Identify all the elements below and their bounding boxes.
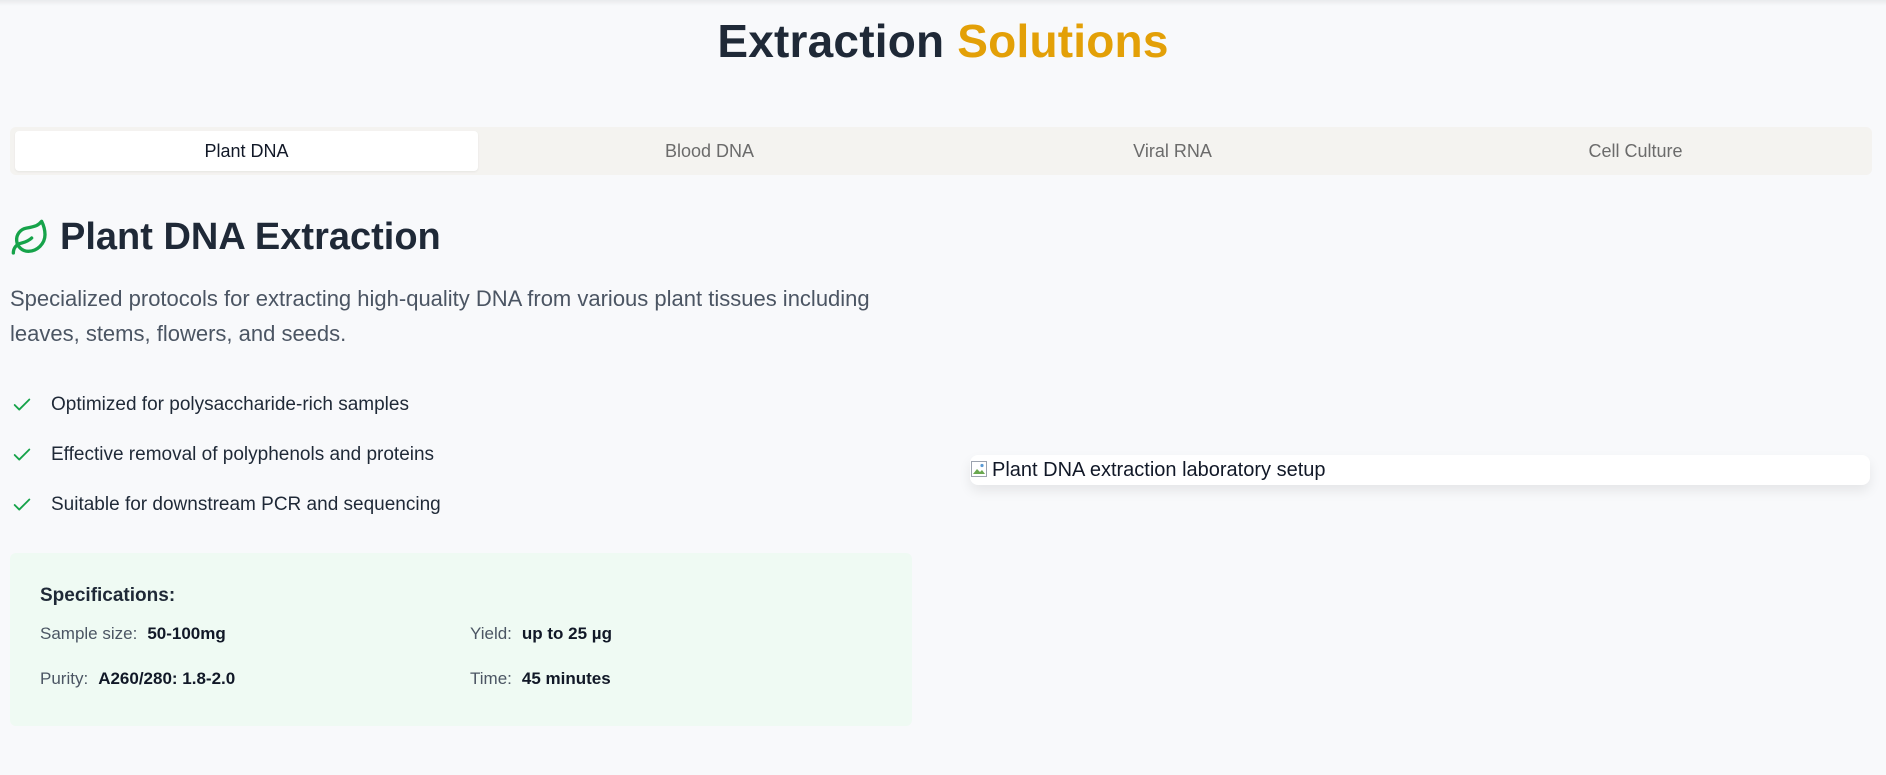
specifications-card: Specifications: Sample size: 50-100mg Yi… bbox=[10, 553, 912, 726]
spec-purity: Purity: A260/280: 1.8-2.0 bbox=[40, 666, 470, 692]
tab-viral-rna[interactable]: Viral RNA bbox=[941, 131, 1404, 171]
spec-label: Time: bbox=[470, 669, 512, 688]
check-icon bbox=[13, 398, 31, 411]
title-part-1: Extraction bbox=[717, 15, 945, 67]
feature-text: Effective removal of polyphenols and pro… bbox=[51, 444, 435, 465]
tab-plant-dna[interactable]: Plant DNA bbox=[15, 131, 478, 171]
feature-list: Optimized for polysaccharide-rich sample… bbox=[10, 380, 441, 530]
feature-item: Effective removal of polyphenols and pro… bbox=[10, 430, 441, 480]
feature-item: Suitable for downstream PCR and sequenci… bbox=[10, 480, 441, 530]
title-part-2-accent: Solutions bbox=[957, 15, 1169, 67]
specifications-grid: Sample size: 50-100mg Yield: up to 25 µg… bbox=[40, 621, 882, 692]
spec-label: Yield: bbox=[470, 624, 512, 643]
tab-cell-culture[interactable]: Cell Culture bbox=[1404, 131, 1867, 171]
header-shadow bbox=[0, 0, 1886, 6]
tab-bar: Plant DNA Blood DNA Viral RNA Cell Cultu… bbox=[10, 127, 1872, 175]
specifications-heading: Specifications: bbox=[40, 585, 176, 606]
spec-yield: Yield: up to 25 µg bbox=[470, 621, 900, 647]
spec-value: 50-100mg bbox=[147, 624, 226, 643]
image-alt-text: Plant DNA extraction laboratory setup bbox=[992, 458, 1326, 481]
feature-text: Optimized for polysaccharide-rich sample… bbox=[51, 394, 409, 415]
spec-label: Purity: bbox=[40, 669, 89, 688]
section-description: Specialized protocols for extracting hig… bbox=[10, 286, 870, 346]
feature-item: Optimized for polysaccharide-rich sample… bbox=[10, 380, 441, 430]
broken-image-icon bbox=[971, 461, 987, 477]
spec-time: Time: 45 minutes bbox=[470, 666, 900, 692]
spec-value: 45 minutes bbox=[521, 669, 611, 688]
spec-sample-size: Sample size: 50-100mg bbox=[40, 621, 470, 647]
page-title: Extraction Solutions bbox=[0, 14, 1886, 68]
section-heading: Plant DNA Extraction bbox=[10, 216, 441, 259]
section-title: Plant DNA Extraction bbox=[60, 216, 441, 258]
spec-label: Sample size: bbox=[40, 624, 138, 643]
check-icon bbox=[13, 448, 31, 461]
feature-text: Suitable for downstream PCR and sequenci… bbox=[51, 494, 441, 515]
spec-value: A260/280: 1.8-2.0 bbox=[98, 669, 236, 688]
spec-value: up to 25 µg bbox=[521, 624, 612, 643]
check-icon bbox=[13, 498, 31, 511]
leaf-icon bbox=[11, 219, 47, 255]
lab-image: Plant DNA extraction laboratory setup bbox=[970, 455, 1870, 485]
page: Extraction Solutions Plant DNA Blood DNA… bbox=[0, 0, 1886, 775]
tab-blood-dna[interactable]: Blood DNA bbox=[478, 131, 941, 171]
